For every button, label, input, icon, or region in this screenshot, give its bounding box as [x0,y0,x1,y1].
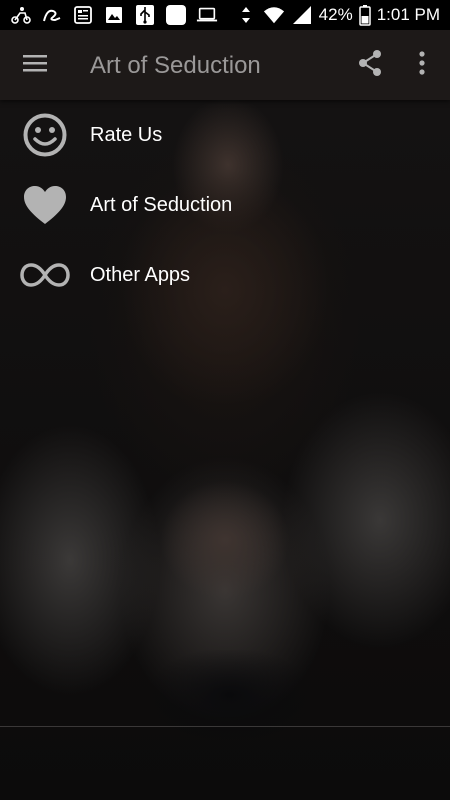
laptop-icon [196,5,218,25]
menu-item-other-apps[interactable]: Other Apps [0,240,450,310]
signal-icon [291,5,313,25]
menu-item-art-of-seduction[interactable]: Art of Seduction [0,170,450,240]
blank-app-icon [165,5,187,25]
app-bar: Art of Seduction [0,30,450,100]
system-indicators: 42% 1:01 PM [235,5,440,26]
background-photo-highlight [160,480,290,600]
infinity-icon [18,248,72,302]
menu-item-rate-us[interactable]: Rate Us [0,100,450,170]
status-bar: 42% 1:01 PM [0,0,450,30]
menu-item-label: Art of Seduction [90,193,233,216]
image-icon [103,5,125,25]
hamburger-menu-icon [22,53,48,78]
wifi-icon [263,5,285,25]
divider [0,726,450,727]
notification-icons [10,5,218,25]
menu-item-label: Other Apps [90,263,191,286]
share-icon [357,49,383,82]
usb-icon [134,5,156,25]
share-button[interactable] [352,47,388,83]
app-logo-icon [41,5,63,25]
page-title: Art of Seduction [90,52,261,79]
heart-icon [18,178,72,232]
more-vert-icon [418,50,426,80]
scooter-icon [10,5,32,25]
smiley-face-icon [18,108,72,162]
news-icon [72,5,94,25]
battery-percentage: 42% [318,5,353,24]
menu-item-label: Rate Us [90,123,163,146]
hamburger-menu-button[interactable] [16,46,54,84]
battery-icon [358,5,371,26]
data-arrows-icon [235,5,257,25]
clock: 1:01 PM [376,5,440,24]
more-options-button[interactable] [408,47,436,83]
